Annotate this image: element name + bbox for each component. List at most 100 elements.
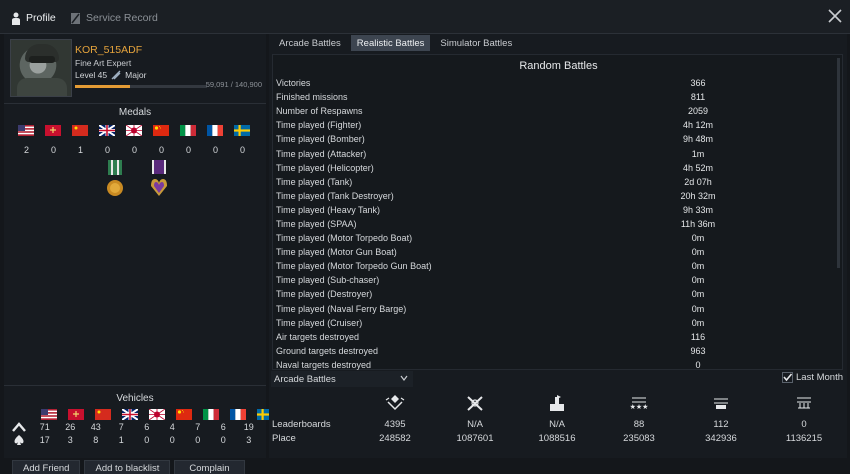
leaderboard-value: N/A	[467, 419, 483, 430]
last-month-checkbox[interactable]	[782, 372, 793, 383]
medal-flags-row	[18, 125, 261, 136]
stat-row: Time played (Attacker) 1m	[276, 146, 836, 160]
medal-purple-heart-icon[interactable]	[150, 160, 168, 200]
stat-label: Time played (Cruiser)	[276, 317, 363, 328]
flag-france-icon[interactable]	[207, 125, 223, 136]
stats-list: Victories 366 Finished missions 811 Number o…	[276, 76, 836, 372]
stat-label: Time played (Sub-chaser)	[276, 275, 380, 286]
stat-row: Time played (Sub-chaser) 0m	[276, 273, 836, 287]
flag-china-icon[interactable]	[95, 409, 111, 420]
stat-label: Time played (Attacker)	[276, 148, 367, 159]
flag-france-icon[interactable]	[230, 409, 246, 420]
xp-progress-bar	[75, 85, 207, 88]
divider	[4, 385, 266, 386]
ground-kills-icon[interactable]	[711, 394, 731, 412]
vehicles-title: Vehicles	[116, 393, 154, 404]
chevron-down-icon	[400, 375, 408, 381]
vehicle-count: 7	[195, 422, 201, 432]
level-row: Level 45 Major	[75, 70, 146, 80]
flag-sweden-icon[interactable]	[234, 125, 250, 136]
divider	[4, 103, 266, 104]
tab-arcade-battles[interactable]: Arcade Battles	[273, 35, 347, 51]
flag-china-alt-icon[interactable]	[153, 125, 169, 136]
stat-value: 2d 07h	[684, 176, 712, 187]
leaderboard-place: 342936	[705, 433, 737, 444]
stats-panel: Arcade Battles Realistic Battles Simulat…	[269, 34, 847, 458]
profile-panel: KOR_515ADF Fine Art Expert Level 45 Majo…	[4, 34, 273, 458]
flag-usa-icon[interactable]	[41, 409, 57, 420]
naval-kills-icon[interactable]	[794, 394, 814, 412]
tab-service-record[interactable]: Service Record	[70, 9, 158, 27]
medal-bronze-star-icon[interactable]	[106, 160, 124, 200]
medal-count: 0	[104, 145, 110, 155]
stat-label: Time played (Motor Gun Boat)	[276, 247, 397, 258]
stat-value: 2059	[687, 106, 709, 117]
air-kills-icon[interactable]: ★★★	[629, 394, 649, 412]
kills-icon[interactable]	[465, 394, 485, 412]
vehicle-count: 0	[169, 435, 175, 445]
skill-icon[interactable]	[385, 394, 405, 412]
leaderboard-mode-select[interactable]: Arcade Battles	[271, 371, 413, 387]
stat-value: 0m	[691, 261, 705, 272]
flag-ussr-icon[interactable]	[45, 125, 61, 136]
spade-icon	[14, 435, 24, 445]
stat-label: Time played (Motor Torpedo Gun Boat)	[276, 261, 432, 272]
stat-value: 0m	[691, 247, 705, 258]
chevron-up-icon	[12, 422, 26, 432]
xp-progress-fill	[75, 85, 131, 88]
leaderboard-place: 248582	[379, 433, 411, 444]
checkmark-icon	[783, 373, 793, 382]
stat-value: 4h 52m	[682, 162, 714, 173]
stat-row: Time played (Destroyer) 0m	[276, 287, 836, 301]
complain-button[interactable]: Complain	[174, 460, 245, 474]
flag-italy-icon[interactable]	[180, 125, 196, 136]
leaderboard-place: 1136215	[785, 433, 823, 444]
stat-row: Time played (Tank) 2d 07h	[276, 175, 836, 189]
leaderboard-value: 0	[801, 419, 807, 430]
flag-uk-icon[interactable]	[122, 409, 138, 420]
stat-value: 11h 36m	[680, 218, 716, 229]
stat-label: Time played (Helicopter)	[276, 162, 374, 173]
stat-value: 0m	[691, 317, 705, 328]
stat-label: Naval targets destroyed	[276, 359, 372, 370]
flag-uk-icon[interactable]	[99, 125, 115, 136]
victories-icon[interactable]	[547, 394, 567, 412]
leaderboard-value: 4395	[384, 419, 406, 430]
stat-row: Number of Respawns 2059	[276, 104, 836, 118]
vehicle-count: 3	[67, 435, 73, 445]
flag-ussr-icon[interactable]	[68, 409, 84, 420]
stat-label: Finished missions	[276, 92, 348, 103]
flag-japan-icon[interactable]	[149, 409, 165, 420]
add-friend-button[interactable]: Add Friend	[12, 460, 81, 474]
stats-scrollbar[interactable]	[837, 58, 840, 268]
stat-row: Time played (Motor Torpedo Gun Boat) 0m	[276, 259, 836, 273]
vehicle-count: 6	[144, 422, 150, 432]
player-title: Fine Art Expert	[75, 58, 132, 68]
medal-count: 0	[212, 145, 218, 155]
tab-profile[interactable]: Profile	[10, 9, 56, 27]
stat-row: Victories 366	[276, 76, 836, 90]
place-label: Place	[272, 433, 296, 444]
leaderboard-value: 88	[633, 419, 645, 430]
stat-row: Ground targets destroyed 963	[276, 344, 836, 358]
medal-counts-row: 2 0 1 0 0 0 0 0 0	[18, 145, 261, 155]
flag-china-icon[interactable]	[72, 125, 88, 136]
leaderboard-place: 235083	[623, 433, 655, 444]
tab-simulator-battles[interactable]: Simulator Battles	[434, 35, 518, 51]
flag-japan-icon[interactable]	[126, 125, 142, 136]
flag-italy-icon[interactable]	[203, 409, 219, 420]
last-month-toggle[interactable]: Last Month	[782, 372, 843, 383]
tab-realistic-battles[interactable]: Realistic Battles	[350, 35, 431, 51]
flag-usa-icon[interactable]	[18, 125, 34, 136]
stat-row: Time played (Cruiser) 0m	[276, 316, 836, 330]
stat-label: Victories	[276, 78, 311, 89]
stat-value: 9h 33m	[682, 204, 714, 215]
close-icon[interactable]	[828, 9, 842, 23]
flag-china-alt-icon[interactable]	[176, 409, 192, 420]
stat-row: Time played (Heavy Tank) 9h 33m	[276, 203, 836, 217]
add-to-blacklist-button[interactable]: Add to blacklist	[84, 460, 171, 474]
top-bar: Profile Service Record	[0, 0, 850, 34]
medal-count: 0	[50, 145, 56, 155]
vehicle-count: 0	[220, 435, 226, 445]
medal-count: 0	[131, 145, 137, 155]
